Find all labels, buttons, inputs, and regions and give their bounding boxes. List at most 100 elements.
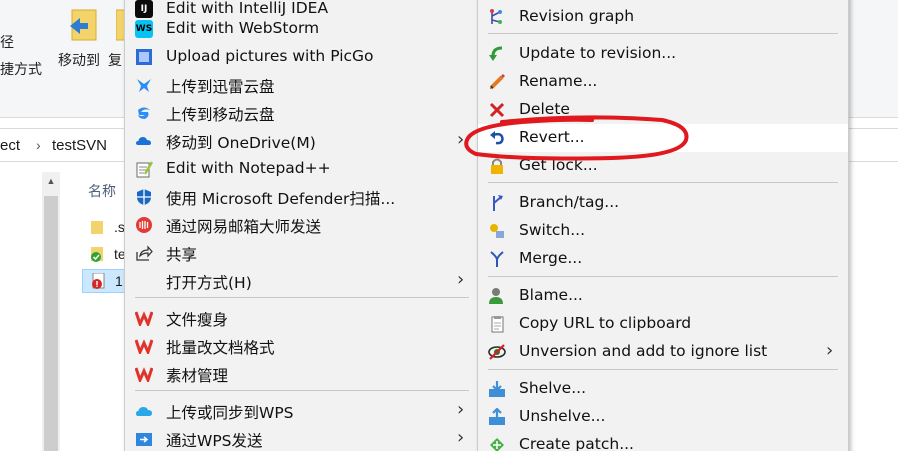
delete-icon	[488, 101, 506, 119]
menu-item-rename[interactable]: Rename...	[478, 68, 848, 96]
menu-item-shelve[interactable]: Shelve...	[478, 375, 848, 403]
defender-icon	[135, 188, 153, 206]
menu-item-onedrive[interactable]: 移动到 OneDrive(M) ›	[125, 127, 477, 155]
chevron-right-icon: ›	[826, 340, 834, 361]
menu-item-notepadpp[interactable]: Edit with Notepad++	[125, 155, 477, 183]
menu-item-defender[interactable]: 使用 Microsoft Defender扫描...	[125, 183, 477, 211]
menu-item-label: 共享	[166, 246, 198, 264]
menu-separator	[488, 33, 838, 34]
menu-item-label: 素材管理	[166, 367, 229, 385]
svn-modified-icon	[92, 273, 105, 289]
move-to-button[interactable]: 移动到	[58, 50, 100, 70]
webstorm-icon: WS	[135, 20, 153, 38]
chevron-right-icon: ›	[457, 399, 465, 420]
menu-item-label: Create patch...	[519, 435, 634, 451]
menu-item-label: Blame...	[519, 286, 583, 304]
menu-item-copy-url[interactable]: Copy URL to clipboard	[478, 310, 848, 338]
ribbon-text[interactable]: 捷方式	[0, 59, 42, 79]
breadcrumb-segment[interactable]: testSVN	[52, 137, 107, 154]
update-icon	[488, 45, 506, 63]
menu-item-xunlei[interactable]: 上传到迅雷云盘	[125, 71, 477, 99]
chevron-right-icon: ›	[457, 129, 465, 150]
move-to-icon	[66, 8, 100, 50]
menu-item-wps-send[interactable]: 通过WPS发送 ›	[125, 425, 477, 451]
chevron-right-icon: ›	[457, 427, 465, 448]
shelve-icon	[488, 380, 506, 398]
unshelve-icon	[488, 408, 506, 426]
menu-item-label: 移动到 OneDrive(M)	[166, 134, 316, 152]
menu-item-mobile-cloud[interactable]: 上传到移动云盘	[125, 99, 477, 127]
menu-item-unshelve[interactable]: Unshelve...	[478, 403, 848, 431]
menu-item-label: Merge...	[519, 249, 583, 267]
onedrive-icon	[135, 132, 153, 150]
share-icon	[135, 244, 153, 262]
menu-item-unversion[interactable]: Unversion and add to ignore list ›	[478, 338, 848, 366]
menu-item-file-slim[interactable]: 文件瘦身	[125, 304, 477, 332]
column-header-name[interactable]: 名称	[88, 181, 116, 201]
folder-icon	[91, 221, 103, 234]
wps-cloud-icon	[135, 402, 153, 420]
menu-item-label: 文件瘦身	[166, 311, 229, 329]
menu-separator	[135, 390, 469, 391]
menu-item-label: 打开方式(H)	[166, 274, 252, 292]
wps-icon	[135, 337, 153, 355]
menu-item-open-with[interactable]: 打开方式(H) ›	[125, 267, 477, 295]
menu-item-label: Delete	[519, 100, 570, 118]
menu-item-update-to-revision[interactable]: Update to revision...	[478, 40, 848, 68]
breadcrumb-segment[interactable]: ect	[0, 137, 20, 154]
menu-separator	[488, 369, 838, 370]
revert-icon	[488, 129, 506, 147]
menu-item-label: 上传到迅雷云盘	[166, 78, 275, 96]
lock-icon	[488, 157, 506, 175]
menu-item-delete[interactable]: Delete	[478, 96, 848, 124]
picgo-icon	[135, 48, 153, 66]
menu-item-label: Get lock...	[519, 156, 598, 174]
menu-item-merge[interactable]: Merge...	[478, 245, 848, 273]
context-menu: IJ Edit with IntelliJ IDEA WS Edit with …	[124, 0, 478, 451]
file-name: 1	[115, 273, 123, 289]
xunlei-icon	[135, 76, 153, 94]
menu-item-netease-mail[interactable]: 通过网易邮箱大师发送	[125, 211, 477, 239]
menu-item-create-patch[interactable]: Create patch...	[478, 431, 848, 451]
patch-icon	[488, 436, 506, 451]
menu-item-revision-graph[interactable]: Revision graph	[478, 3, 848, 31]
svn-normal-icon	[91, 247, 103, 262]
menu-item-label: Update to revision...	[519, 44, 677, 62]
rename-icon	[488, 73, 506, 91]
menu-item-picgo[interactable]: Upload pictures with PicGo	[125, 43, 477, 71]
switch-icon	[488, 222, 506, 240]
menu-item-wps-sync[interactable]: 上传或同步到WPS ›	[125, 397, 477, 425]
menu-item-webstorm[interactable]: WS Edit with WebStorm	[125, 15, 477, 43]
svn-submenu: Revision graph Update to revision... Ren…	[477, 0, 849, 451]
scrollbar-thumb[interactable]	[44, 196, 58, 451]
ribbon-text: 径	[0, 34, 14, 50]
chevron-right-icon[interactable]: ›	[36, 137, 41, 153]
menu-item-revert[interactable]: Revert...	[478, 124, 848, 152]
menu-item-share[interactable]: 共享	[125, 239, 477, 267]
scroll-up-arrow-icon[interactable]: ▲	[42, 172, 60, 190]
menu-item-get-lock[interactable]: Get lock...	[478, 152, 848, 180]
menu-item-switch[interactable]: Switch...	[478, 217, 848, 245]
menu-item-label: 批量改文档格式	[166, 339, 275, 357]
menu-item-label: Switch...	[519, 221, 586, 239]
menu-item-batch-format[interactable]: 批量改文档格式	[125, 332, 477, 360]
branch-icon	[488, 194, 506, 212]
blame-icon	[488, 287, 506, 305]
menu-item-label: 使用 Microsoft Defender扫描...	[166, 190, 396, 208]
menu-item-branch-tag[interactable]: Branch/tag...	[478, 189, 848, 217]
unversion-icon	[488, 343, 506, 361]
menu-item-label: Upload pictures with PicGo	[166, 47, 374, 65]
menu-item-asset-manager[interactable]: 素材管理	[125, 360, 477, 388]
mobile-cloud-icon	[135, 104, 153, 122]
menu-separator	[135, 297, 469, 298]
netease-mail-icon	[135, 216, 153, 234]
wps-icon	[135, 309, 153, 327]
revision-graph-icon	[488, 8, 506, 26]
menu-item-label: 上传到移动云盘	[166, 106, 275, 124]
menu-item-blame[interactable]: Blame...	[478, 282, 848, 310]
menu-item-label: Copy URL to clipboard	[519, 314, 692, 332]
menu-item-label: Revert...	[519, 128, 585, 146]
notepadpp-icon	[135, 160, 153, 178]
menu-item-label: Edit with WebStorm	[166, 19, 320, 37]
copy-to-button[interactable]: 复	[108, 50, 122, 70]
